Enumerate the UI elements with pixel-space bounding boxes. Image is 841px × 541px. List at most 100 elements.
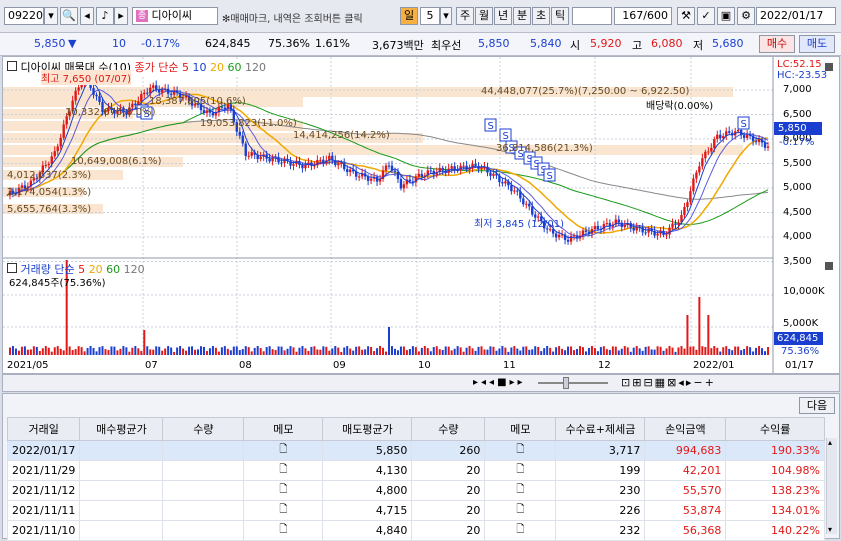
zoom-slider-handle[interactable] <box>563 377 569 389</box>
memo-icon[interactable]: 🗋 <box>516 504 524 515</box>
volume-bar <box>728 348 731 355</box>
volume-bar <box>122 346 125 355</box>
candle-body <box>635 227 638 231</box>
memo-icon[interactable]: 🗋 <box>279 444 287 455</box>
row-buy-memo[interactable]: 🗋 <box>243 460 324 481</box>
volume-bar <box>191 346 194 355</box>
row-sell-memo[interactable]: 🗋 <box>484 460 557 481</box>
grid-icon[interactable]: ▦ <box>655 376 667 389</box>
volume-bar <box>402 346 405 355</box>
row-sell-memo[interactable]: 🗋 <box>484 500 557 521</box>
volume-tag: 624,845 <box>774 332 823 345</box>
stock-code-input[interactable]: 092200 <box>4 7 44 25</box>
settings-icon[interactable]: ⚙ <box>737 7 755 25</box>
memo-icon[interactable]: 🗋 <box>279 504 287 515</box>
rewind-icon[interactable]: ◂◂ <box>481 377 497 388</box>
table-row[interactable]: 2021/11/11 🗋 4,715 20 🗋 226 53,874 134.01% <box>6 500 825 521</box>
table-row[interactable]: 2022/01/17 🗋 5,850 260 🗋 3,717 994,683 190.33% <box>6 440 825 461</box>
stop-icon[interactable]: ■ <box>497 377 509 388</box>
volume-bar <box>656 346 659 355</box>
row-date: 2021/11/29 <box>6 460 81 481</box>
volume-pane-menu-icon[interactable] <box>825 262 833 270</box>
candle-body <box>211 112 215 116</box>
memo-icon[interactable]: 🗋 <box>516 464 524 475</box>
volume-bar <box>564 350 567 355</box>
period-month-button[interactable]: 월 <box>475 7 493 25</box>
save-icon[interactable]: ▣ <box>717 7 735 25</box>
volume-bar <box>20 346 23 355</box>
period-minute-button[interactable]: 분 <box>513 7 531 25</box>
row-sell-qty: 20 <box>411 460 486 481</box>
volume-bar <box>390 346 393 355</box>
row-buy-memo[interactable]: 🗋 <box>243 480 324 501</box>
volume-bar <box>438 349 441 355</box>
check-icon[interactable]: ✓ <box>697 7 715 25</box>
row-sell-memo[interactable]: 🗋 <box>484 440 557 461</box>
volume-bar <box>29 349 32 355</box>
period-day-button[interactable]: 일 <box>400 7 418 25</box>
memo-icon[interactable]: 🗋 <box>279 524 287 535</box>
price-axis-label: 7,000 <box>783 84 812 95</box>
select-icon[interactable]: ⊠ <box>667 376 678 389</box>
trade-table: 거래일 매수평균가 수량 메모 매도평균가 수량 메모 수수료+제세금 손익금액… <box>6 417 825 541</box>
table-row[interactable]: 2021/11/10 🗋 4,840 20 🗋 232 56,368 140.22% <box>6 520 825 541</box>
playback-controls[interactable]: ▸◂◂■▸▸ <box>473 377 526 388</box>
memo-icon[interactable]: 🗋 <box>279 484 287 495</box>
buy-button[interactable]: 매수 <box>759 35 795 53</box>
memo-icon[interactable]: 🗋 <box>516 444 524 455</box>
period-dropdown-icon[interactable]: ▾ <box>440 7 452 25</box>
price-chart-panel[interactable]: SSSSSSSSSSSS 디아이씨 매물대 수(10) 종가 단순 5 10 2… <box>2 56 840 374</box>
speaker-icon[interactable]: ♪ <box>96 7 114 25</box>
row-sell-memo[interactable]: 🗋 <box>484 480 557 501</box>
table-scrollbar[interactable]: ▴ ▾ <box>826 438 837 534</box>
table-row[interactable]: 2021/11/29 🗋 4,130 20 🗋 199 42,201 104.98% <box>6 460 825 481</box>
code-dropdown-icon[interactable]: ▾ <box>44 7 58 25</box>
zoom-slider-track[interactable] <box>538 382 608 384</box>
tick-value-input[interactable] <box>572 7 612 25</box>
period-week-button[interactable]: 주 <box>456 7 474 25</box>
volume-bar <box>316 349 319 355</box>
memo-icon[interactable]: 🗋 <box>279 464 287 475</box>
date-field[interactable]: 2022/01/17 <box>756 7 836 25</box>
period-year-button[interactable]: 년 <box>494 7 512 25</box>
row-buy-memo[interactable]: 🗋 <box>243 440 324 461</box>
period-second-button[interactable]: 초 <box>532 7 550 25</box>
zoom-out-icon[interactable]: − <box>693 376 704 389</box>
forward-icon[interactable]: ▸▸ <box>510 377 526 388</box>
zoom-fit-icon[interactable]: ⊡ <box>621 376 632 389</box>
period-value-input[interactable]: 5 <box>420 7 440 25</box>
scroll-left-icon[interactable]: ◂ <box>678 376 686 389</box>
period-tick-button[interactable]: 틱 <box>551 7 569 25</box>
month-label-8: 2022/01 <box>693 360 735 371</box>
table-row[interactable]: 2021/11/12 🗋 4,800 20 🗋 230 55,570 138.23% <box>6 480 825 501</box>
next-button[interactable]: 다음 <box>799 397 835 414</box>
row-buy-memo[interactable]: 🗋 <box>243 520 324 541</box>
search-icon[interactable]: 🔍 <box>60 7 78 25</box>
volume-bar <box>767 347 770 355</box>
volume-bar <box>653 349 656 355</box>
pane-menu-icon[interactable] <box>825 63 833 71</box>
scroll-down-icon[interactable]: ▾ <box>828 525 832 534</box>
chart-canvas[interactable]: SSSSSSSSSSSS <box>3 57 839 373</box>
zoom-in-icon[interactable]: + <box>705 376 716 389</box>
volume-bar <box>202 346 205 355</box>
volume-bar <box>110 346 113 355</box>
row-buy-memo[interactable]: 🗋 <box>243 500 324 521</box>
zoom-box-icon[interactable]: ⊞ <box>632 376 643 389</box>
next-arrow-icon[interactable]: ▸ <box>114 7 128 25</box>
chart-tools-icon[interactable]: ⚒ <box>677 7 695 25</box>
pan-icon[interactable]: ⊟ <box>643 376 654 389</box>
prev-arrow-icon[interactable]: ◂ <box>80 7 94 25</box>
scroll-up-icon[interactable]: ▴ <box>828 438 832 447</box>
memo-icon[interactable]: 🗋 <box>516 484 524 495</box>
memo-icon[interactable]: 🗋 <box>516 524 524 535</box>
toolbar: 092200 ▾ 🔍 ◂ ♪ ▸ 종 디아이씨 ✻매매마크, 내역은 조회버튼 … <box>0 0 841 33</box>
row-sell-memo[interactable]: 🗋 <box>484 520 557 541</box>
candle-body <box>53 151 56 157</box>
volume-bar <box>313 346 316 355</box>
sell-button[interactable]: 매도 <box>799 35 835 53</box>
volume-bar <box>701 346 704 355</box>
play-back-icon[interactable]: ▸ <box>473 377 481 388</box>
volume-bar <box>668 346 671 355</box>
chart-nav-icons[interactable]: ⊡⊞⊟▦⊠◂▸−+ <box>621 376 716 389</box>
